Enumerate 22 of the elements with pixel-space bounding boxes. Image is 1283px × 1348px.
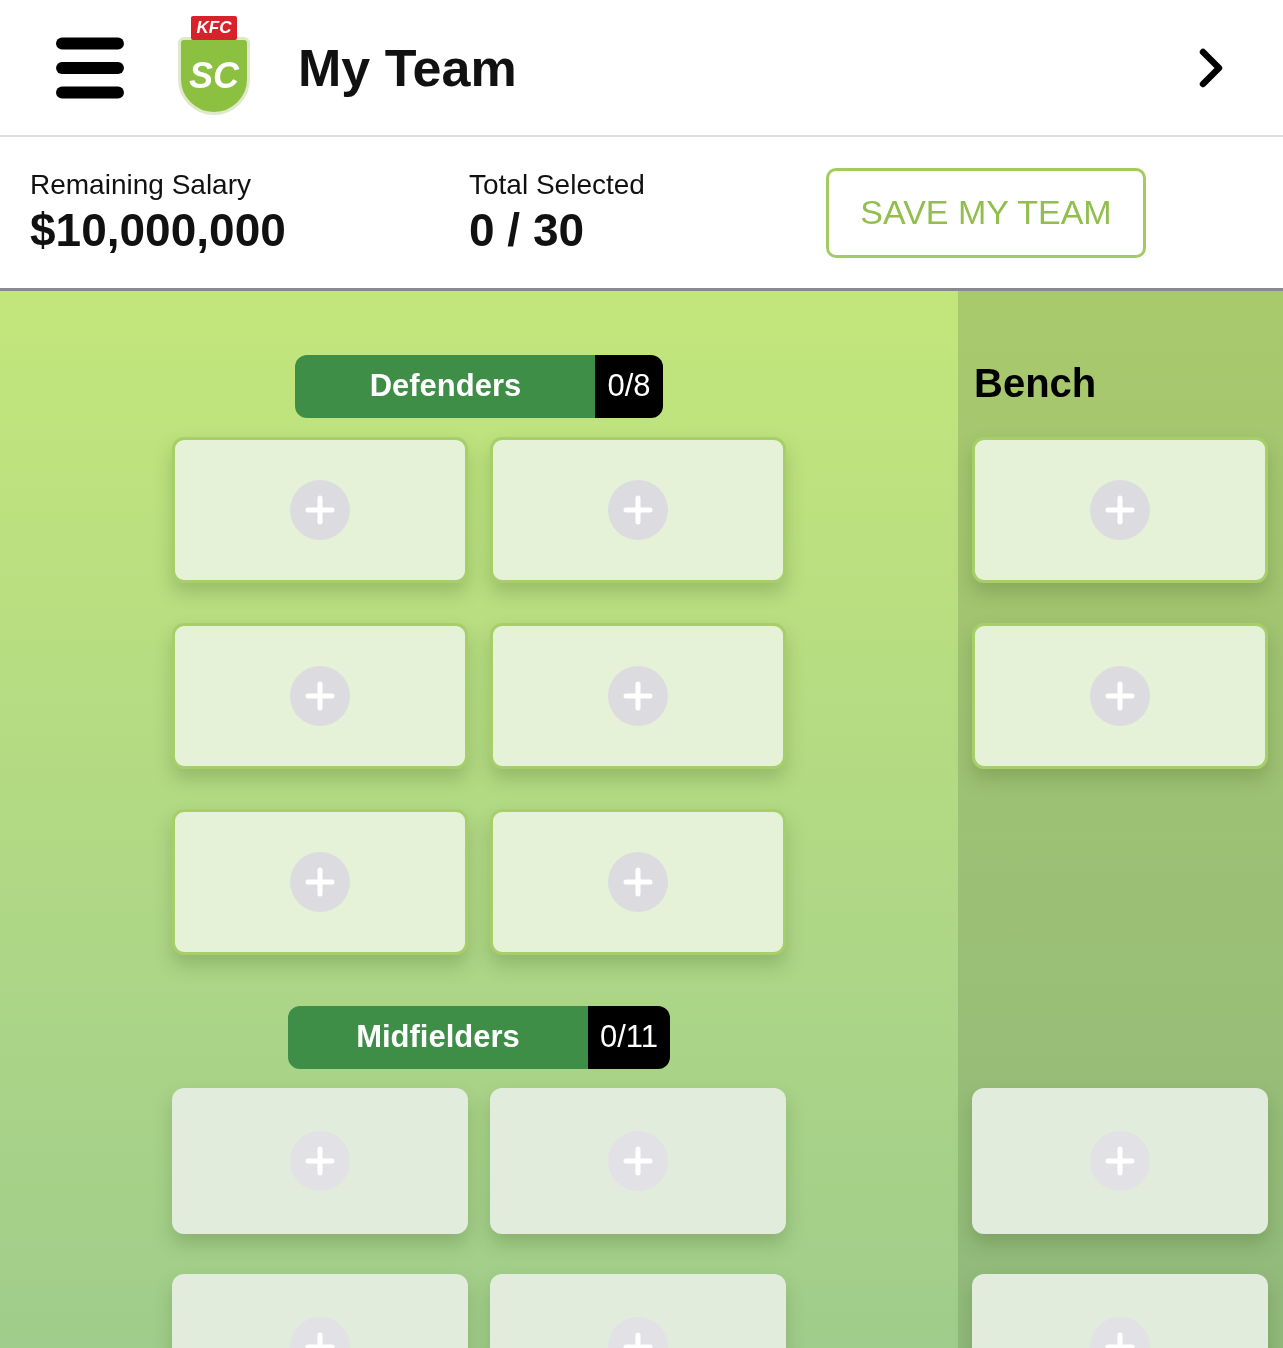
player-slot[interactable] — [172, 623, 468, 769]
stat-value: 0 / 30 — [469, 202, 586, 258]
section-title: Midfielders — [287, 1006, 588, 1069]
player-slot[interactable] — [490, 809, 786, 955]
page-title: My Team — [298, 37, 517, 99]
section-count: 0/8 — [595, 355, 663, 418]
stat-value: $10,000,000 — [30, 202, 287, 258]
section-count: 0/11 — [587, 1006, 670, 1069]
player-slot[interactable] — [172, 437, 468, 583]
stat-label: Remaining Salary — [30, 167, 252, 202]
player-slot[interactable] — [490, 623, 786, 769]
section-title: Defenders — [295, 355, 596, 418]
player-slot[interactable] — [172, 1088, 468, 1234]
player-slot[interactable] — [972, 437, 1268, 583]
stat-label: Total Selected — [469, 167, 646, 202]
save-team-button[interactable]: SAVE MY TEAM — [826, 167, 1146, 258]
player-slot[interactable] — [972, 623, 1268, 769]
bench-title: Bench — [973, 361, 1097, 405]
player-slot[interactable] — [972, 1088, 1268, 1234]
player-slot[interactable] — [490, 437, 786, 583]
player-slot[interactable] — [172, 809, 468, 955]
player-slot[interactable] — [490, 1088, 786, 1234]
